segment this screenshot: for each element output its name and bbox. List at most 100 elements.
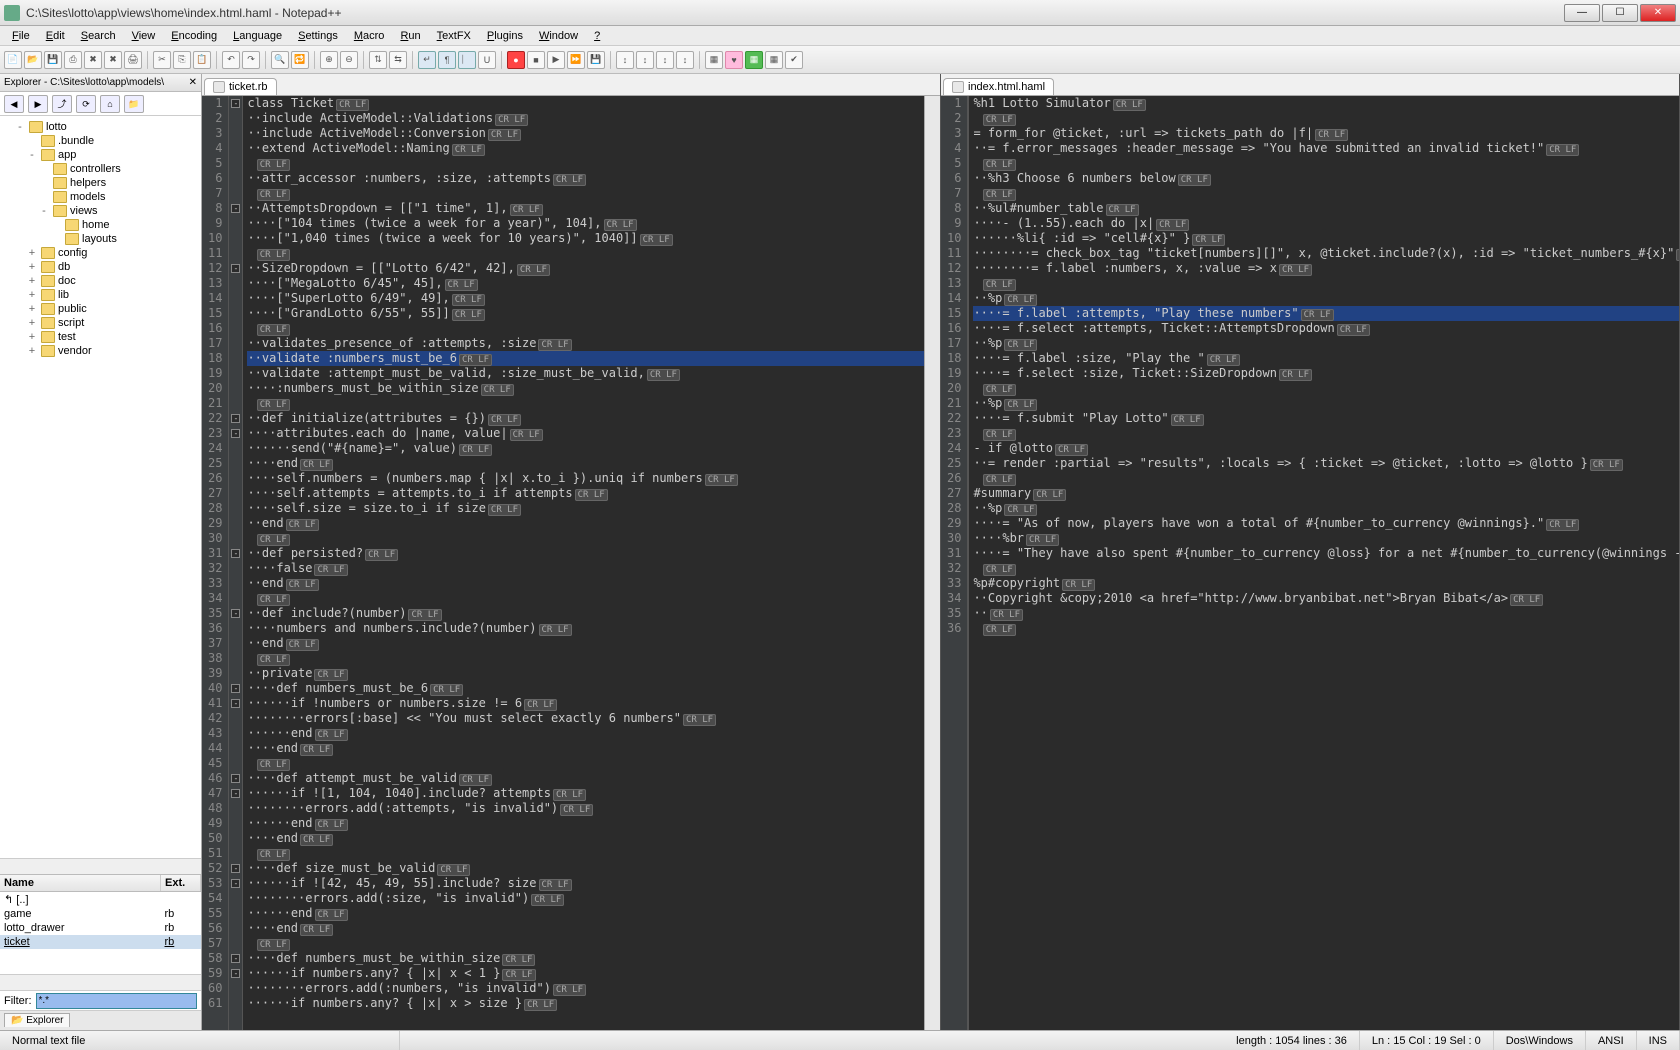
menu-?[interactable]: ? — [586, 28, 608, 44]
play-macro-icon[interactable]: ▶ — [547, 51, 565, 69]
file-row[interactable]: ↰ [..] — [0, 892, 201, 908]
plugin4-icon[interactable]: ▦ — [765, 51, 783, 69]
tree-item-vendor[interactable]: +vendor — [26, 344, 199, 358]
right-lines[interactable]: %h1 Lotto SimulatorCR LF CR LF= form_for… — [969, 96, 1679, 1030]
save-macro-icon[interactable]: 💾 — [587, 51, 605, 69]
plugin3-icon[interactable]: ▦ — [745, 51, 763, 69]
tree-item-public[interactable]: +public — [26, 302, 199, 316]
userlang-icon[interactable]: U — [478, 51, 496, 69]
indent-guide-icon[interactable]: ⎸ — [458, 51, 476, 69]
zoomin-icon[interactable]: ⊕ — [320, 51, 338, 69]
folder-tree[interactable]: -lotto.bundle-appcontrollershelpersmodel… — [0, 116, 201, 858]
print-icon[interactable]: 🖨 — [124, 51, 142, 69]
filelist-col-name[interactable]: Name — [0, 875, 161, 892]
file-list[interactable]: Name Ext. ↰ [..]gamerblotto_drawerrbtick… — [0, 874, 201, 974]
tab-label: ticket.rb — [229, 81, 268, 93]
nav-refresh-icon[interactable]: ⟳ — [76, 95, 96, 113]
menu-window[interactable]: Window — [531, 28, 586, 44]
func4-icon[interactable]: ↕ — [676, 51, 694, 69]
paste-icon[interactable]: 📋 — [193, 51, 211, 69]
left-tabbar: ticket.rb — [202, 74, 940, 96]
tree-item-app[interactable]: -app — [26, 148, 199, 162]
left-code-area[interactable]: 1234567891011121314151617181920212223242… — [202, 96, 940, 1030]
menu-file[interactable]: File — [4, 28, 38, 44]
filelist-col-ext[interactable]: Ext. — [161, 875, 201, 892]
file-row[interactable]: ticketrb — [0, 935, 201, 949]
plugin1-icon[interactable]: ▦ — [705, 51, 723, 69]
nav-home-icon[interactable]: ⌂ — [100, 95, 120, 113]
save-icon[interactable]: 💾 — [44, 51, 62, 69]
open-icon[interactable]: 📂 — [24, 51, 42, 69]
undo-icon[interactable]: ↶ — [222, 51, 240, 69]
tree-item-lib[interactable]: +lib — [26, 288, 199, 302]
tree-item-models[interactable]: models — [38, 190, 199, 204]
menu-edit[interactable]: Edit — [38, 28, 73, 44]
tree-item-layouts[interactable]: layouts — [50, 232, 199, 246]
tab-index-haml[interactable]: index.html.haml — [943, 78, 1054, 95]
close-button[interactable]: ✕ — [1640, 4, 1676, 22]
menu-search[interactable]: Search — [73, 28, 124, 44]
file-row[interactable]: lotto_drawerrb — [0, 921, 201, 935]
menu-run[interactable]: Run — [392, 28, 428, 44]
cut-icon[interactable]: ✂ — [153, 51, 171, 69]
tree-item-.bundle[interactable]: .bundle — [26, 134, 199, 148]
closeall-icon[interactable]: ✖ — [104, 51, 122, 69]
right-fold-margin[interactable] — [968, 96, 969, 1030]
plugin2-icon[interactable]: ♥ — [725, 51, 743, 69]
nav-newfolder-icon[interactable]: 📁 — [124, 95, 144, 113]
menu-textfx[interactable]: TextFX — [429, 28, 479, 44]
left-vscroll[interactable] — [924, 96, 940, 1030]
filter-input[interactable] — [36, 993, 198, 1009]
left-lines[interactable]: class TicketCR LF··include ActiveModel::… — [243, 96, 924, 1030]
tree-item-config[interactable]: +config — [26, 246, 199, 260]
tab-ticket-rb[interactable]: ticket.rb — [204, 78, 277, 95]
menu-settings[interactable]: Settings — [290, 28, 346, 44]
spellcheck-icon[interactable]: ✔ — [785, 51, 803, 69]
menu-plugins[interactable]: Plugins — [479, 28, 531, 44]
right-code-area[interactable]: 1234567891011121314151617181920212223242… — [941, 96, 1679, 1030]
status-length: length : 1054 lines : 36 — [1224, 1031, 1360, 1050]
minimize-button[interactable]: — — [1564, 4, 1600, 22]
tree-item-script[interactable]: +script — [26, 316, 199, 330]
record-macro-icon[interactable]: ● — [507, 51, 525, 69]
explorer-close-icon[interactable]: ✕ — [189, 77, 197, 88]
redo-icon[interactable]: ↷ — [242, 51, 260, 69]
func3-icon[interactable]: ↕ — [656, 51, 674, 69]
find-icon[interactable]: 🔍 — [271, 51, 289, 69]
stop-macro-icon[interactable]: ■ — [527, 51, 545, 69]
saveall-icon[interactable]: ⎙ — [64, 51, 82, 69]
tree-item-db[interactable]: +db — [26, 260, 199, 274]
tree-item-helpers[interactable]: helpers — [38, 176, 199, 190]
tree-item-controllers[interactable]: controllers — [38, 162, 199, 176]
replace-icon[interactable]: 🔁 — [291, 51, 309, 69]
zoomout-icon[interactable]: ⊖ — [340, 51, 358, 69]
copy-icon[interactable]: ⎘ — [173, 51, 191, 69]
fastforward-macro-icon[interactable]: ⏩ — [567, 51, 585, 69]
tree-item-views[interactable]: -views — [38, 204, 199, 218]
sync-vert-icon[interactable]: ⇅ — [369, 51, 387, 69]
nav-up-icon[interactable]: ⤴ — [52, 95, 72, 113]
menu-view[interactable]: View — [124, 28, 164, 44]
showall-icon[interactable]: ¶ — [438, 51, 456, 69]
tree-item-home[interactable]: home — [50, 218, 199, 232]
new-icon[interactable]: 📄 — [4, 51, 22, 69]
file-row[interactable]: gamerb — [0, 907, 201, 921]
maximize-button[interactable]: ☐ — [1602, 4, 1638, 22]
nav-fwd-icon[interactable]: ▶ — [28, 95, 48, 113]
nav-back-icon[interactable]: ◀ — [4, 95, 24, 113]
tree-item-doc[interactable]: +doc — [26, 274, 199, 288]
menu-language[interactable]: Language — [225, 28, 290, 44]
menu-encoding[interactable]: Encoding — [163, 28, 225, 44]
tree-item-lotto[interactable]: -lotto — [14, 120, 199, 134]
explorer-tab[interactable]: 📂 Explorer — [4, 1013, 70, 1027]
left-fold-margin[interactable]: --------------- — [229, 96, 243, 1030]
sync-horiz-icon[interactable]: ⇆ — [389, 51, 407, 69]
explorer-hscroll[interactable] — [0, 858, 201, 874]
filelist-hscroll[interactable] — [0, 974, 201, 990]
func1-icon[interactable]: ↕ — [616, 51, 634, 69]
close-file-litebrown-icon[interactable]: ✖ — [84, 51, 102, 69]
wordwrap-icon[interactable]: ↵ — [418, 51, 436, 69]
menu-macro[interactable]: Macro — [346, 28, 393, 44]
func2-icon[interactable]: ↕ — [636, 51, 654, 69]
tree-item-test[interactable]: +test — [26, 330, 199, 344]
